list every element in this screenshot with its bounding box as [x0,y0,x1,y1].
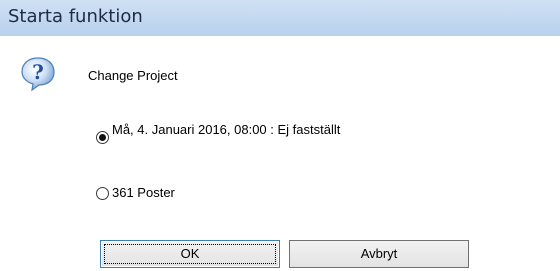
radio-dot [99,134,106,141]
ok-button-label: OK [180,246,200,261]
start-function-dialog: Starta funktion ? Change Project Må, 4. … [0,0,560,271]
dialog-message: Change Project [88,68,178,83]
window-title: Starta funktion [8,6,143,27]
radio-button-unselected[interactable] [96,187,109,200]
cancel-button[interactable]: Avbryt [289,240,469,268]
radio-button-selected[interactable] [96,131,109,144]
question-icon: ? [21,57,55,92]
svg-text:?: ? [32,60,44,84]
ok-button[interactable]: OK [100,240,280,268]
option-date-label: Må, 4. Januari 2016, 08:00 : Ej faststäl… [112,122,341,137]
title-bar: Starta funktion [0,0,560,36]
option-posts-label: 361 Poster [112,185,175,200]
